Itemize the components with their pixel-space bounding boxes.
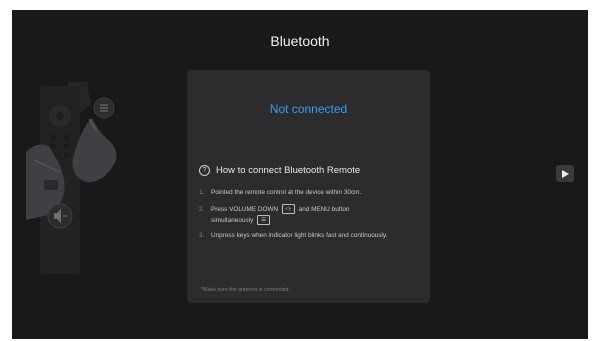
step-text: simultaneously <box>211 217 254 224</box>
step-text: and MENU button <box>298 206 350 213</box>
next-button[interactable] <box>556 165 574 182</box>
volume-down-key-icon: ◁- <box>281 204 295 215</box>
step-3: 3. Unpress keys when indicator light bli… <box>199 231 423 241</box>
help-title: How to connect Bluetooth Remote <box>216 164 361 176</box>
play-right-icon <box>561 169 569 178</box>
remote-ok-button <box>56 112 64 120</box>
step-number: 2. <box>199 206 205 213</box>
step-number: 1. <box>199 189 205 196</box>
connection-status: Not connected <box>269 102 348 116</box>
page-title: Bluetooth <box>270 33 330 49</box>
menu-key-icon: ☰ <box>257 215 271 226</box>
step-1: 1. Pointed the remote control at the dev… <box>199 187 423 198</box>
step-text: Unpress keys when indicator light blinks… <box>211 232 388 239</box>
question-circle-icon: ? <box>199 164 210 176</box>
connection-panel: Not connected ? How to connect Bluetooth… <box>187 70 430 303</box>
step-number: 3. <box>199 232 205 239</box>
step-text: Press VOLUME DOWN <box>211 206 279 213</box>
help-section: ? How to connect Bluetooth Remote 1. Poi… <box>199 163 423 241</box>
antenna-note: *Make sure the antenna is connected. <box>201 287 290 293</box>
step-2: 2. Press VOLUME DOWN ◁- and MENU button … <box>199 204 423 226</box>
step-text: Pointed the remote control at the device… <box>211 189 362 196</box>
remote-control-illustration <box>26 82 117 274</box>
tv-screen: Bluetooth Not connected ? How to connect… <box>12 10 588 339</box>
help-heading: ? How to connect Bluetooth Remote <box>199 163 423 177</box>
remote-key <box>44 180 58 190</box>
